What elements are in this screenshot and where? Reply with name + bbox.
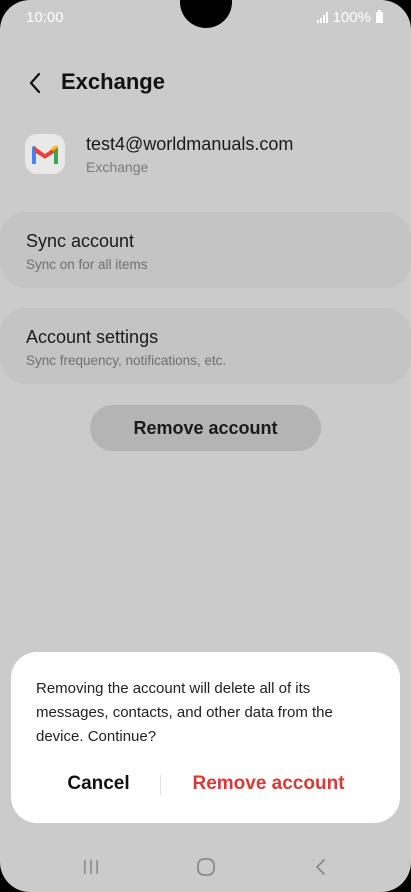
home-icon [197,858,215,876]
sync-account-subtitle: Sync on for all items [26,257,148,272]
sync-account-title: Sync account [26,231,135,251]
navigation-bar [0,842,411,892]
sync-account-item[interactable]: Sync account Sync on for all items [0,212,411,288]
status-time: 10:00 [26,9,64,26]
status-indicators: 100% [316,9,383,26]
confirm-remove-button[interactable]: Remove account [181,766,356,802]
account-icon-container [25,134,65,174]
nav-back-button[interactable] [301,854,341,880]
account-settings-title: Account settings [26,327,159,347]
dialog-actions: Cancel Remove account [11,766,400,802]
confirm-dialog: Removing the account will delete all of … [11,652,400,823]
remove-account-button[interactable]: Remove account [90,405,321,451]
recent-apps-icon [84,860,98,874]
signal-icon [316,12,328,23]
account-info: test4@worldmanuals.com Exchange [0,124,411,188]
home-button[interactable] [186,854,226,880]
battery-level: 100% [332,9,371,26]
gmail-icon [32,145,58,164]
cancel-button[interactable]: Cancel [46,766,151,802]
account-settings-item[interactable]: Account settings Sync frequency, notific… [0,308,411,384]
page-title: Exchange [61,69,165,94]
battery-icon [376,10,383,23]
action-divider [160,775,161,795]
account-settings-subtitle: Sync frequency, notifications, etc. [26,353,227,368]
chevron-left-icon [29,72,41,94]
app-header: Exchange [0,64,411,104]
account-email: test4@worldmanuals.com [86,134,294,154]
phone-screen: 10:00 100% Exchange test4@worldmanuals.c… [0,0,411,892]
back-button[interactable] [18,66,52,100]
back-icon [316,859,325,875]
dialog-message: Removing the account will delete all of … [36,680,333,745]
recent-apps-button[interactable] [71,854,111,880]
account-type: Exchange [86,159,149,175]
